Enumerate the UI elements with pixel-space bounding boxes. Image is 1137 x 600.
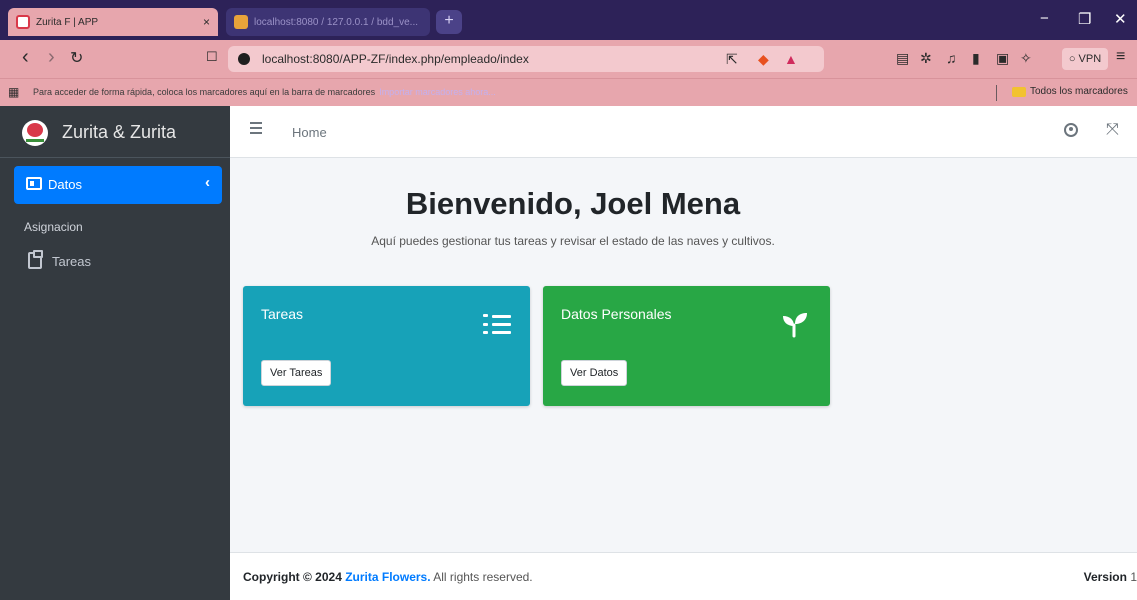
tab-title: Zurita F | APP <box>36 16 99 28</box>
close-tab-icon[interactable]: × <box>203 15 210 29</box>
bookmarks-hint: Para acceder de forma rápida, coloca los… <box>33 87 496 97</box>
url-text: localhost:8080/APP-ZF/index.php/empleado… <box>262 52 529 66</box>
sidebar: Zurita & Zurita Datos ‹ Asignacion Tarea… <box>0 106 230 600</box>
address-bar: ‹ › ↻ ☐ localhost:8080/APP-ZF/index.php/… <box>0 40 1137 78</box>
footer-brand-link[interactable]: Zurita Flowers. <box>345 570 430 584</box>
site-info-icon[interactable] <box>238 53 250 65</box>
vpn-button[interactable]: ○ VPN <box>1062 48 1108 70</box>
browser-tab-bar: Zurita F | APP × localhost:8080 / 127.0.… <box>0 0 1137 40</box>
reload-icon[interactable]: ↻ <box>70 48 83 68</box>
forward-icon[interactable]: › <box>48 46 55 69</box>
card-title: Datos Personales <box>561 306 672 322</box>
phpmyadmin-favicon-icon <box>234 15 248 29</box>
brand-text: Zurita & Zurita <box>62 122 177 142</box>
user-icon[interactable] <box>1064 123 1078 137</box>
maximize-icon[interactable]: ❐ <box>1078 10 1091 28</box>
sidebar-item-label: Datos <box>48 177 82 192</box>
tasks-list-icon <box>483 312 511 338</box>
card-title: Tareas <box>261 306 304 322</box>
main-content: Bienvenido, Joel Mena Aquí puedes gestio… <box>230 158 1137 552</box>
version-text: Version 1 <box>1084 570 1137 584</box>
clipboard-icon <box>28 250 43 269</box>
sidebar-header-asignacion: Asignacion <box>24 220 83 234</box>
top-navbar: Home ⤧ <box>230 106 1137 158</box>
version-label: Version <box>1083 570 1127 584</box>
version-number: 1 <box>1130 570 1137 584</box>
page-title: Bienvenido, Joel Mena <box>405 186 741 221</box>
card-tareas: Tareas Ver Tareas <box>243 286 530 406</box>
page-subtitle: Aquí puedes gestionar tus tareas y revis… <box>371 234 775 248</box>
brave-shield-icon[interactable]: ◆ <box>758 51 769 68</box>
menu-icon[interactable]: ≡ <box>1116 48 1125 66</box>
brand-logo <box>22 120 48 146</box>
sidebar-item-label: Tareas <box>52 254 92 269</box>
url-field[interactable]: localhost:8080/APP-ZF/index.php/empleado… <box>228 46 824 72</box>
minimize-icon[interactable]: − <box>1040 10 1049 27</box>
ver-tareas-button[interactable]: Ver Tareas <box>261 360 332 386</box>
copyright-text: Copyright © 2024 Zurita Flowers. All rig… <box>243 570 533 584</box>
brave-rewards-icon[interactable]: ▲ <box>784 51 798 67</box>
apps-grid-icon[interactable]: ▦ <box>8 85 19 99</box>
hamburger-menu-icon[interactable] <box>250 122 262 134</box>
copyright-prefix: Copyright © 2024 <box>243 570 342 584</box>
app-favicon-icon <box>16 15 30 29</box>
fullscreen-icon[interactable]: ⤧ <box>1106 121 1119 139</box>
bookmarks-hint-text: Para acceder de forma rápida, coloca los… <box>33 87 376 97</box>
wallet-icon[interactable]: ▣ <box>996 50 1009 67</box>
extensions-icon[interactable]: ✲ <box>920 50 932 67</box>
card-datos-personales: Datos Personales Ver Datos <box>543 286 830 406</box>
seedling-icon <box>783 313 807 338</box>
bookmarks-bar: ▦ Para acceder de forma rápida, coloca l… <box>0 78 1137 106</box>
all-bookmarks-button[interactable]: Todos los marcadores <box>1030 86 1128 97</box>
brand-link[interactable]: Zurita & Zurita <box>0 106 230 158</box>
sidebar-item-datos[interactable]: Datos ‹ <box>14 166 222 204</box>
vpn-label: VPN <box>1078 53 1102 65</box>
leo-icon[interactable]: ✧ <box>1020 50 1032 67</box>
tab-title: localhost:8080 / 127.0.0.1 / bdd_ve... <box>254 16 419 28</box>
divider <box>996 85 997 101</box>
home-link[interactable]: Home <box>292 125 327 140</box>
footer: Copyright © 2024 Zurita Flowers. All rig… <box>230 552 1137 600</box>
tab-zurita-app[interactable]: Zurita F | APP × <box>8 8 218 36</box>
ver-datos-button[interactable]: Ver Datos <box>561 360 628 386</box>
bookmark-icon[interactable]: ☐ <box>206 49 218 65</box>
sidebar-toggle-icon[interactable]: ▮ <box>972 50 980 67</box>
back-icon[interactable]: ‹ <box>22 46 29 69</box>
new-tab-button[interactable]: + <box>436 10 462 34</box>
music-icon[interactable]: ♫ <box>946 50 957 66</box>
share-icon[interactable]: ⇱ <box>726 51 738 68</box>
chevron-left-icon: ‹ <box>205 174 210 191</box>
rights-text: All rights reserved. <box>433 570 533 584</box>
reader-icon[interactable]: ▤ <box>896 50 909 67</box>
tab-phpmyadmin[interactable]: localhost:8080 / 127.0.0.1 / bdd_ve... <box>226 8 430 36</box>
import-bookmarks-link[interactable]: Importar marcadores ahora... <box>379 87 496 97</box>
folder-icon <box>1012 87 1026 97</box>
close-window-icon[interactable]: ✕ <box>1114 10 1127 28</box>
id-card-icon <box>26 177 42 190</box>
